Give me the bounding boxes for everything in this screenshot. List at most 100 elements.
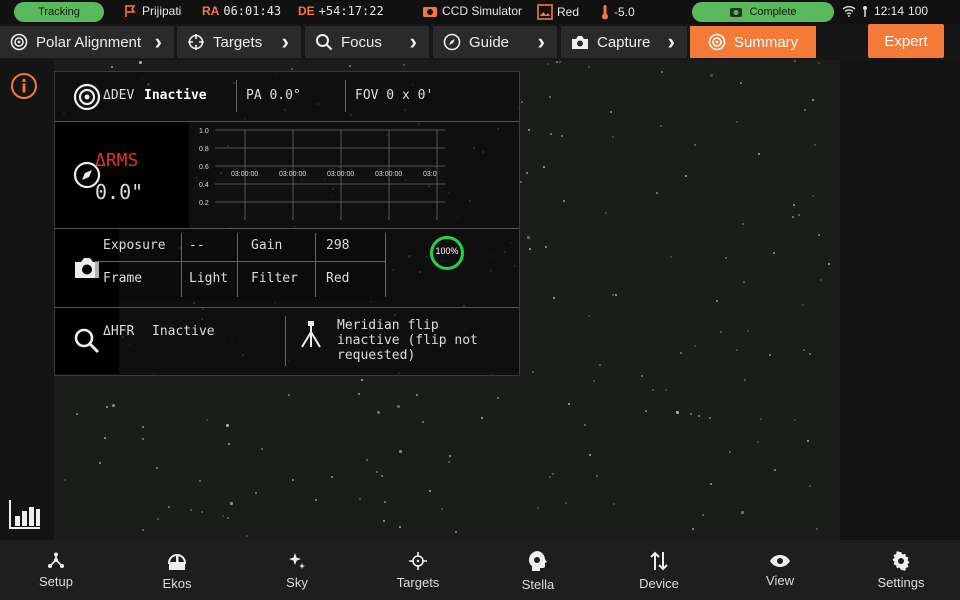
frame-label: Frame <box>103 271 143 286</box>
star <box>261 448 263 450</box>
capture-status-pill[interactable]: Complete <box>692 2 834 22</box>
meridian-flip-line2: inactive (flip not <box>337 333 478 348</box>
star <box>559 61 561 63</box>
star <box>553 297 555 299</box>
star <box>565 502 567 504</box>
star <box>292 479 294 481</box>
exposure-label: Exposure <box>103 238 166 253</box>
expert-label: Expert <box>884 32 928 50</box>
meridian-flip-line3: requested) <box>337 348 416 363</box>
graph-y-tick: 0.2 <box>199 200 209 207</box>
star <box>481 417 483 419</box>
star <box>605 212 607 214</box>
site-indicator[interactable]: Prijipati <box>124 4 181 18</box>
star <box>588 66 590 68</box>
star <box>710 74 713 77</box>
star <box>698 415 700 417</box>
star <box>807 440 809 442</box>
star <box>702 514 704 516</box>
star <box>361 379 363 381</box>
sparkle-icon <box>289 552 305 569</box>
system-tray: 12:14 100 <box>842 4 928 18</box>
crosshair-icon <box>409 551 427 570</box>
star <box>736 121 738 123</box>
temperature-indicator[interactable]: -5.0 <box>600 4 635 20</box>
star <box>563 200 565 202</box>
star <box>741 511 744 514</box>
star <box>661 71 663 73</box>
telescope-mount-icon <box>301 321 321 348</box>
divider <box>385 233 386 297</box>
nav-label: Stella <box>521 576 555 592</box>
module-tab-bar: Polar Alignment › Targets › Focus › Guid… <box>0 24 960 60</box>
de-value: +54:17:22 <box>318 4 384 18</box>
hfr-status: Inactive <box>152 324 215 339</box>
de-readout: DE +54:17:22 <box>298 4 384 18</box>
tab-focus[interactable]: Focus › <box>305 26 429 58</box>
star <box>201 511 203 513</box>
star <box>656 192 658 194</box>
star <box>142 438 144 440</box>
star <box>809 485 811 487</box>
tab-guide[interactable]: Guide › <box>433 26 557 58</box>
target-icon <box>708 33 726 51</box>
star <box>226 424 229 427</box>
nav-setup[interactable]: Setup <box>0 540 116 600</box>
star <box>384 501 386 503</box>
nav-stella[interactable]: Stella <box>478 540 598 600</box>
nav-targets[interactable]: Targets <box>358 540 478 600</box>
tab-summary[interactable]: Summary <box>690 26 816 58</box>
star <box>652 389 654 391</box>
statistics-chart-icon[interactable] <box>8 498 42 530</box>
star <box>399 526 401 528</box>
star <box>690 413 692 415</box>
star <box>142 529 144 531</box>
nav-label: Device <box>639 575 679 591</box>
star <box>521 101 523 103</box>
filter-indicator[interactable]: Red <box>537 4 579 20</box>
star <box>359 498 361 500</box>
star <box>588 315 590 317</box>
star <box>206 419 208 421</box>
info-icon[interactable] <box>10 72 38 100</box>
star <box>820 279 822 281</box>
ra-label: RA <box>202 4 220 18</box>
star <box>744 379 746 381</box>
search-icon <box>74 328 100 354</box>
nav-settings[interactable]: Settings <box>841 540 960 600</box>
observatory-icon <box>167 553 187 570</box>
nav-sky[interactable]: Sky <box>237 540 357 600</box>
star <box>670 256 672 258</box>
divider <box>345 80 346 112</box>
camera-indicator[interactable]: CCD Simulator <box>422 4 522 18</box>
tracking-status-pill[interactable]: Tracking <box>14 2 104 22</box>
ra-readout: RA 06:01:43 <box>202 4 281 18</box>
star <box>543 166 545 168</box>
star <box>550 133 552 135</box>
star <box>76 413 78 415</box>
star <box>190 509 192 511</box>
guide-icon-cell <box>55 122 119 228</box>
tab-capture[interactable]: Capture › <box>561 26 687 58</box>
filter-label: Filter <box>251 271 298 286</box>
star <box>429 490 431 492</box>
star <box>399 450 402 453</box>
divider <box>236 80 237 112</box>
dev-label: ΔDEV <box>103 88 135 103</box>
star <box>818 234 820 236</box>
star <box>773 252 775 254</box>
crosshair-icon <box>188 34 204 50</box>
nav-view[interactable]: View <box>720 540 840 600</box>
star <box>366 459 368 461</box>
chevron-right-icon: › <box>537 29 545 54</box>
tab-polar-alignment[interactable]: Polar Alignment › <box>0 26 174 58</box>
nav-device[interactable]: Device <box>599 540 719 600</box>
graph-y-tick: 0.8 <box>199 146 209 153</box>
expert-button[interactable]: Expert <box>868 24 944 58</box>
thermometer-icon <box>602 5 608 20</box>
bottom-navigation: Setup Ekos Sky Targets Stella Device Vie… <box>0 540 960 600</box>
nav-ekos[interactable]: Ekos <box>117 540 237 600</box>
graph-x-tick: 03:00:00 <box>279 171 306 178</box>
tab-targets[interactable]: Targets › <box>177 26 301 58</box>
guide-graph[interactable]: 1.0 0.8 0.6 0.4 0.2 03:00:00 03:00:00 03:00:00 0… <box>185 128 450 224</box>
